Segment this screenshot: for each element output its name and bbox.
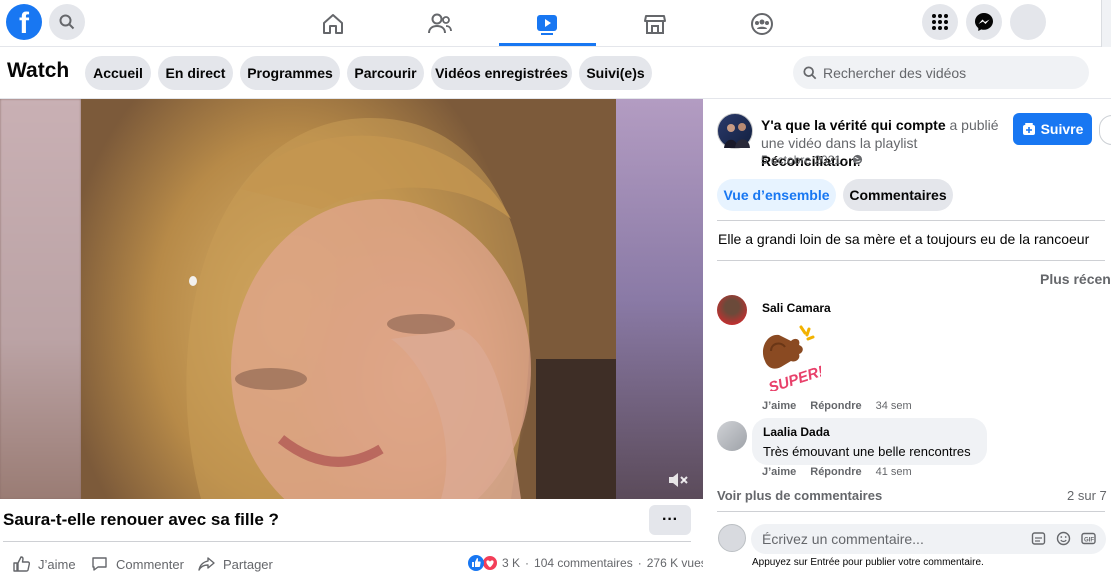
super-sticker: SUPER! xyxy=(757,321,826,397)
comment-button[interactable]: Commenter xyxy=(91,555,184,573)
video-blur-right xyxy=(616,99,703,499)
video-title: Saura-t-elle renouer avec sa fille ? xyxy=(3,510,279,529)
tab-suivies[interactable]: Suivi(e)s xyxy=(579,56,652,90)
follow-icon xyxy=(1022,123,1035,135)
follow-button[interactable]: Suivre xyxy=(1013,113,1092,145)
follow-label: Suivre xyxy=(1040,121,1084,137)
comments-count: 2 sur 7 xyxy=(1067,488,1107,503)
tab-comments[interactable]: Commentaires xyxy=(843,179,953,211)
top-navigation-bar: f xyxy=(0,0,1111,585)
groups-icon[interactable] xyxy=(714,0,810,47)
video-frame[interactable] xyxy=(81,99,616,499)
commenter-avatar[interactable] xyxy=(717,421,747,451)
watch-header: Watch Accueil En direct Programmes Parco… xyxy=(0,47,1111,99)
svg-text:GIF: GIF xyxy=(1084,537,1094,543)
divider xyxy=(717,511,1105,512)
mute-icon[interactable] xyxy=(667,471,689,489)
composer-tools: GIF xyxy=(1031,531,1096,546)
home-icon[interactable] xyxy=(285,0,381,47)
post-date[interactable]: 5 octobre 2021 · xyxy=(761,153,863,167)
marketplace-icon[interactable] xyxy=(607,0,703,47)
comment-reply-link[interactable]: Répondre xyxy=(810,400,861,412)
emoji-icon[interactable] xyxy=(1056,531,1071,546)
more-comments-link[interactable]: Voir plus de commentaires xyxy=(717,488,882,503)
stat-separator: · xyxy=(637,556,642,570)
reaction-count[interactable]: 3 K xyxy=(502,556,520,570)
page-name-link[interactable]: Y'a que la vérité qui compte xyxy=(761,117,946,133)
post-date-text[interactable]: 5 octobre 2021 · xyxy=(761,153,848,167)
search-icon[interactable] xyxy=(49,4,85,40)
comment-like-link[interactable]: J’aime xyxy=(762,400,796,412)
video-stats: 3 K · 104 commentaires · 276 K vues xyxy=(468,555,707,571)
comment-time[interactable]: 41 sem xyxy=(876,466,912,478)
comment-text: Très émouvant une belle rencontres xyxy=(763,444,971,459)
comment-input[interactable]: Écrivez un commentaire... GIF xyxy=(751,524,1106,554)
comment-label: Commenter xyxy=(116,556,184,572)
facebook-logo[interactable]: f xyxy=(6,4,42,40)
messenger-icon[interactable] xyxy=(966,4,1002,40)
user-avatar[interactable] xyxy=(718,524,746,552)
stat-separator: · xyxy=(525,556,530,570)
like-button[interactable]: J’aime xyxy=(13,555,76,573)
active-tab-indicator xyxy=(499,43,596,46)
friends-icon[interactable] xyxy=(392,0,488,47)
video-player[interactable] xyxy=(0,99,703,499)
divider xyxy=(717,260,1105,261)
share-icon xyxy=(198,557,215,571)
thumbs-up-icon xyxy=(13,556,30,572)
sort-dropdown[interactable]: Plus récen xyxy=(1040,271,1111,287)
view-count: 276 K vues xyxy=(646,556,707,570)
tab-overview[interactable]: Vue d’ensemble xyxy=(717,179,836,211)
more-options-button[interactable]: ··· xyxy=(649,505,691,535)
comment-reply-link[interactable]: Répondre xyxy=(810,466,861,478)
comment-icon xyxy=(92,557,107,571)
search-input[interactable] xyxy=(823,64,1063,81)
tab-programmes[interactable]: Programmes xyxy=(240,56,340,90)
like-reaction-icon[interactable] xyxy=(468,555,484,571)
page-avatar[interactable] xyxy=(717,113,753,149)
comment-meta: J’aime Répondre 34 sem xyxy=(762,400,912,412)
tab-en-direct[interactable]: En direct xyxy=(158,56,233,90)
comment-like-link[interactable]: J’aime xyxy=(762,466,796,478)
search-icon xyxy=(803,65,817,79)
notifications-icon[interactable] xyxy=(1010,4,1046,40)
page-title: Watch xyxy=(7,59,70,82)
comment-count[interactable]: 104 commentaires xyxy=(534,556,633,570)
watch-icon[interactable] xyxy=(499,0,595,47)
divider xyxy=(717,220,1105,221)
commenter-name[interactable]: Laalia Dada xyxy=(763,425,976,439)
comment-hint: Appuyez sur Entrée pour publier votre co… xyxy=(752,557,984,568)
video-side-panel: Y'a que la vérité qui compte a publié un… xyxy=(703,99,1111,585)
menu-grid-icon[interactable] xyxy=(922,4,958,40)
sticker-icon[interactable] xyxy=(1031,531,1046,546)
close-panel-button[interactable] xyxy=(1099,115,1111,145)
globe-icon xyxy=(852,154,862,165)
video-description: Elle a grandi loin de sa mère et a toujo… xyxy=(718,231,1090,247)
comment-bubble: Laalia Dada Très émouvant une belle renc… xyxy=(752,418,987,465)
like-label: J’aime xyxy=(38,556,76,572)
commenter-name[interactable]: Sali Camara xyxy=(762,301,831,315)
love-reaction-icon[interactable] xyxy=(482,555,498,571)
share-button[interactable]: Partager xyxy=(198,555,273,573)
gif-icon[interactable]: GIF xyxy=(1081,531,1096,546)
video-search[interactable] xyxy=(793,56,1089,89)
tab-parcourir[interactable]: Parcourir xyxy=(347,56,424,90)
tab-accueil[interactable]: Accueil xyxy=(85,56,151,90)
share-label: Partager xyxy=(223,556,273,572)
comment-placeholder: Écrivez un commentaire... xyxy=(762,531,924,547)
commenter-avatar[interactable] xyxy=(717,295,747,325)
comment-meta: J’aime Répondre 41 sem xyxy=(762,466,912,478)
divider xyxy=(3,541,691,542)
video-blur-left xyxy=(0,99,81,499)
comment-time[interactable]: 34 sem xyxy=(876,400,912,412)
tab-videos-enregistrees[interactable]: Vidéos enregistrées xyxy=(431,56,572,90)
